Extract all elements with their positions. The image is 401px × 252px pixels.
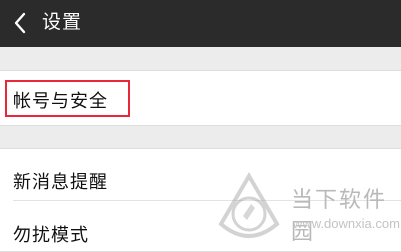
- watermark-url: www.downxia.com: [293, 216, 400, 231]
- page-title: 设置: [42, 11, 83, 33]
- new-message-alert-item[interactable]: 新消息提醒: [13, 168, 108, 194]
- title-bar: 设置: [0, 0, 401, 47]
- account-security-label: 帐号与安全: [13, 91, 108, 112]
- do-not-disturb-item[interactable]: 勿扰模式: [13, 221, 89, 247]
- settings-item-account-security[interactable]: 帐号与安全: [0, 70, 401, 126]
- watermark-logo-icon: [218, 172, 280, 238]
- watermark: 当下软件园 www.downxia.com: [213, 168, 401, 252]
- chevron-left-icon: [14, 12, 26, 34]
- watermark-name: 当下软件园: [291, 188, 388, 245]
- back-button[interactable]: [6, 8, 34, 38]
